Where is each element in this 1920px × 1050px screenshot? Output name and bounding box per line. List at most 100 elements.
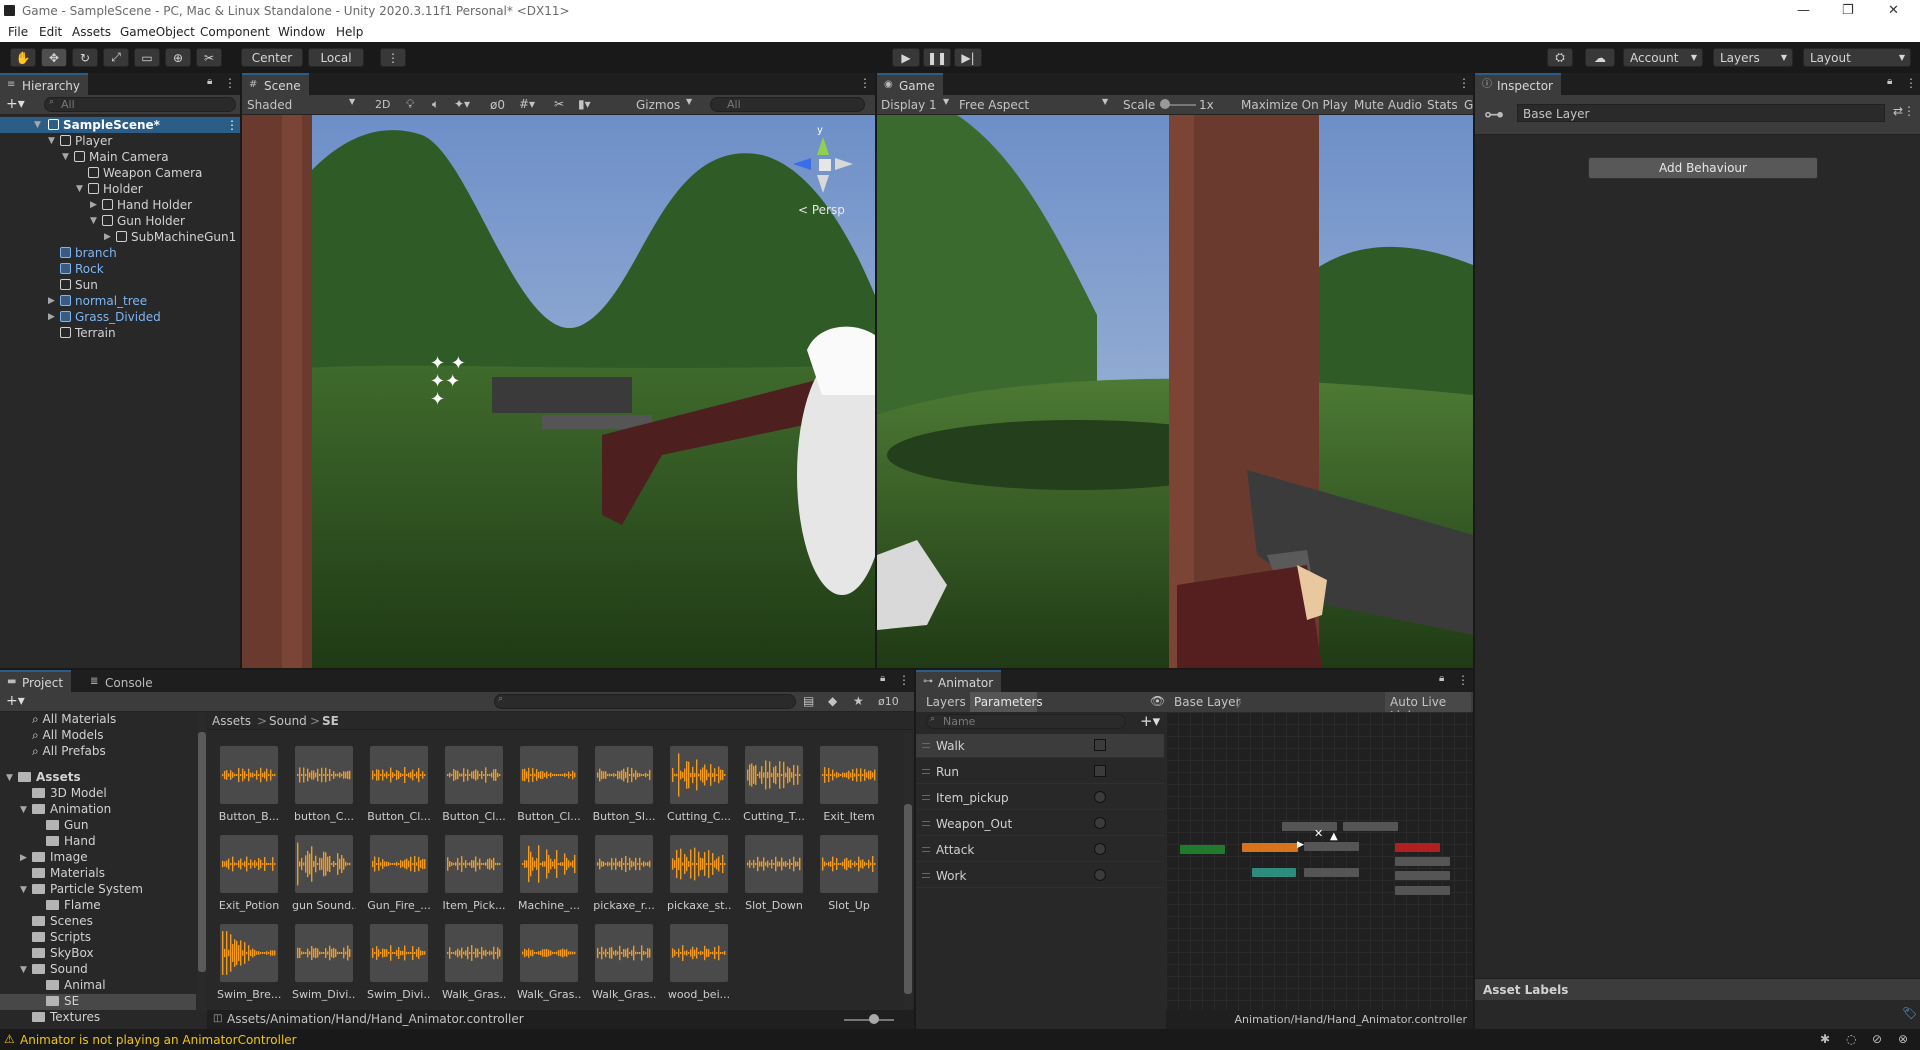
more-menu-icon[interactable]: ⋮ [1457, 673, 1469, 687]
maximize-on-play-toggle[interactable]: Maximize On Play [1241, 98, 1348, 112]
expand-arrow-icon[interactable]: ▼ [20, 965, 27, 975]
add-behaviour-button[interactable]: Add Behaviour [1588, 157, 1818, 179]
collab-button[interactable]: ⛭ [1547, 48, 1573, 67]
folder-se[interactable]: SE [46, 994, 79, 1008]
layers-tab[interactable]: Layers [926, 695, 966, 709]
animator-graph-canvas[interactable]: ▶ ▲ ✕ [1166, 712, 1473, 1010]
folder-hand[interactable]: Hand [46, 834, 96, 848]
game-viewport[interactable] [877, 115, 1473, 668]
favorite-all-prefabs[interactable]: ⌕ All Prefabs [32, 744, 106, 759]
menu-assets[interactable]: Assets [72, 25, 111, 39]
scene-viewport[interactable]: ✦ ✦ ✦✦ ✦ y < Persp [242, 115, 875, 668]
audio-clip-asset[interactable]: Cutting_C... [667, 746, 731, 823]
maximize-button[interactable]: ❐ [1842, 3, 1854, 18]
parameter-item-pickup[interactable]: Item_pickup [916, 786, 1164, 810]
audio-clip-asset[interactable]: pickaxe_st... [667, 835, 731, 912]
scene-menu-icon[interactable]: ⋮ [226, 118, 238, 132]
audio-clip-asset[interactable]: Slot_Down [742, 835, 806, 912]
display-dropdown[interactable]: Display 1 [881, 98, 937, 112]
create-plus-icon[interactable]: +▾ [6, 96, 25, 112]
hierarchy-search-input[interactable]: All [44, 97, 236, 112]
folder-scenes[interactable]: Scenes [32, 914, 93, 928]
audio-clip-asset[interactable]: Exit_Potion [217, 835, 281, 912]
project-search-input[interactable] [494, 694, 796, 709]
drag-handle-icon[interactable] [922, 769, 930, 774]
parameters-search-input[interactable]: Name [926, 714, 1126, 729]
tree-item-samplescene[interactable]: SampleScene* [48, 118, 160, 132]
drag-handle-icon[interactable] [922, 873, 930, 878]
audio-clip-asset[interactable]: Walk_Gras... [517, 924, 581, 1001]
trigger-radio[interactable] [1094, 791, 1106, 803]
more-menu-icon[interactable]: ⋮ [1905, 76, 1917, 90]
audio-clip-asset[interactable]: Button_Cl... [517, 746, 581, 823]
tree-item-player[interactable]: Player [60, 134, 112, 148]
minimize-button[interactable]: — [1797, 3, 1810, 18]
folder-scripts[interactable]: Scripts [32, 930, 91, 944]
state-node[interactable] [1304, 842, 1359, 851]
expand-arrow-icon[interactable]: ▼ [6, 773, 13, 783]
drag-handle-icon[interactable] [922, 821, 930, 826]
audio-clip-asset[interactable]: Walk_Gras... [592, 924, 656, 1001]
exit-state-node[interactable] [1395, 843, 1440, 852]
parameter-work[interactable]: Work [916, 864, 1164, 888]
cloud-button[interactable]: ☁ [1585, 48, 1615, 67]
transform-tool-button[interactable]: ⊕ [165, 48, 191, 67]
tree-item-weapon-camera[interactable]: Weapon Camera [88, 166, 202, 180]
favorite-star-icon[interactable]: ★ [853, 694, 864, 708]
parameter-run[interactable]: Run [916, 760, 1164, 784]
state-node[interactable] [1304, 868, 1359, 877]
audio-clip-asset[interactable]: Button_Sl... [592, 746, 656, 823]
thumbnail-size-thumb[interactable] [869, 1014, 879, 1024]
pause-button[interactable]: ❚❚ [923, 48, 951, 67]
collapse-arrow-icon[interactable]: ▶ [20, 853, 27, 863]
settings-icon[interactable]: ⇄⋮ [1893, 104, 1915, 118]
tag-icon[interactable]: 🏷︎ [1902, 1006, 1917, 1020]
folder-materials[interactable]: Materials [32, 866, 105, 880]
tab-game[interactable]: ◉ Game [877, 73, 943, 95]
asset-grid-scrollbar[interactable] [904, 734, 912, 1009]
audio-clip-asset[interactable]: Walk_Gras... [442, 924, 506, 1001]
tools-icon[interactable]: ✂ [554, 97, 564, 111]
effects-icon[interactable]: ✦▾ [454, 97, 470, 111]
tree-item-gun-holder[interactable]: Gun Holder [102, 214, 185, 228]
grid-snap-button[interactable]: ⋮ [380, 48, 406, 67]
folder-sound[interactable]: Sound [32, 962, 88, 976]
progress-icon[interactable]: ◌ [1846, 1032, 1856, 1046]
tree-item-grass-divided[interactable]: Grass_Divided [60, 310, 161, 324]
tab-project[interactable]: ▬ Project [0, 670, 72, 692]
folder-particle-system[interactable]: Particle System [32, 882, 143, 896]
grid-toggle-icon[interactable]: #▾ [519, 97, 535, 111]
hidden-packages-toggle[interactable]: ø10 [878, 695, 899, 708]
audio-clip-asset[interactable]: Button_Cl... [367, 746, 431, 823]
hand-tool-button[interactable]: ✋ [10, 48, 36, 67]
collapse-arrow-icon[interactable]: ▶ [90, 200, 97, 210]
folder-tree-scrollbar[interactable] [197, 712, 207, 1012]
tab-hierarchy[interactable]: ≡ Hierarchy [0, 73, 89, 95]
expand-arrow-icon[interactable]: ▼ [20, 885, 27, 895]
tree-item-sun[interactable]: Sun [60, 278, 98, 292]
eye-icon[interactable]: 👁︎ [1150, 694, 1165, 708]
expand-arrow-icon[interactable]: ▼ [34, 120, 41, 130]
scene-search-input[interactable]: All [710, 97, 865, 112]
menu-gameobject[interactable]: GameObject [120, 25, 195, 39]
audio-clip-asset[interactable]: wood_bei... [667, 924, 731, 1001]
folder-gun[interactable]: Gun [46, 818, 89, 832]
rotate-tool-button[interactable]: ↻ [72, 48, 98, 67]
mute-audio-toggle[interactable]: Mute Audio [1354, 98, 1422, 112]
object-name-field[interactable]: Base Layer [1517, 104, 1885, 122]
trigger-radio[interactable] [1094, 843, 1106, 855]
folder-assets[interactable]: Assets [18, 770, 81, 784]
expand-arrow-icon[interactable]: ▼ [90, 216, 97, 226]
tree-item-submachinegun1[interactable]: SubMachineGun1 [116, 230, 236, 244]
auto-generate-lighting-icon[interactable]: ⊘ [1872, 1032, 1882, 1046]
audio-clip-asset[interactable]: Swim_Divi... [292, 924, 356, 1001]
audio-clip-asset[interactable]: button_C... [292, 746, 356, 823]
lock-icon[interactable]: 🔒︎ [880, 673, 885, 684]
create-plus-icon[interactable]: +▾ [6, 693, 25, 709]
axis-z-cone[interactable] [793, 158, 811, 170]
hidden-objects-icon[interactable]: ø0 [490, 98, 505, 112]
scale-slider-thumb[interactable] [1160, 99, 1170, 109]
state-node[interactable] [1343, 822, 1398, 831]
tab-inspector[interactable]: ⓘ Inspector [1475, 73, 1561, 95]
parameters-tab[interactable]: Parameters [974, 695, 1043, 709]
